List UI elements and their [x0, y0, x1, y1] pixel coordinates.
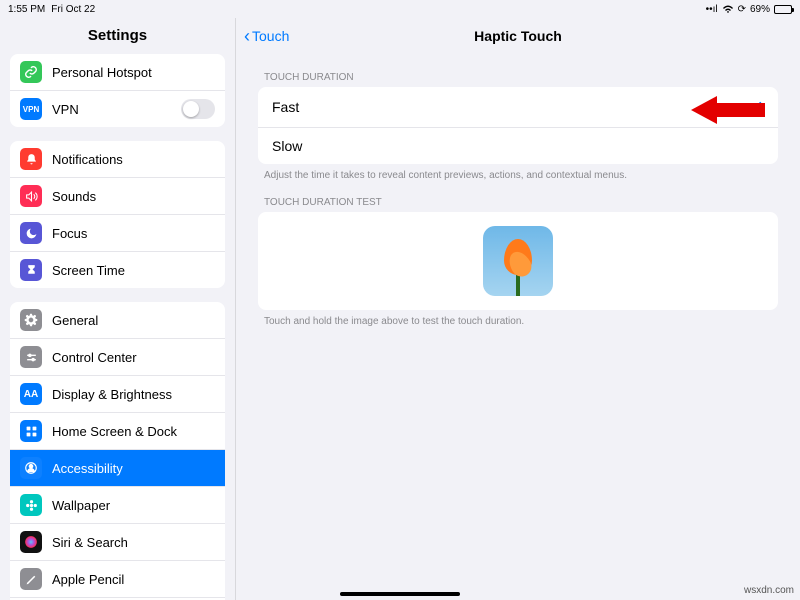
vpn-toggle[interactable]	[181, 99, 215, 119]
moon-icon	[20, 222, 42, 244]
battery-icon	[774, 5, 792, 14]
sidebar-item-label: Screen Time	[52, 263, 215, 278]
sidebar-item-label: Notifications	[52, 152, 215, 167]
duration-option-slow[interactable]: Slow	[258, 128, 778, 164]
battery-pct: 69%	[750, 4, 770, 15]
pencil-icon	[20, 568, 42, 590]
watermark: wsxdn.com	[744, 585, 794, 596]
gear-icon	[20, 309, 42, 331]
speaker-icon	[20, 185, 42, 207]
signal-icon: ••ıl	[706, 4, 718, 15]
sidebar-title: Settings	[0, 18, 235, 54]
sidebar-item-label: Accessibility	[52, 461, 215, 476]
siri-icon	[20, 531, 42, 553]
section-touch-duration-label: TOUCH DURATION	[236, 72, 800, 87]
sidebar-item-screen-time[interactable]: Screen Time	[10, 252, 225, 288]
sidebar-item-control-center[interactable]: Control Center	[10, 339, 225, 376]
settings-sidebar: Settings Personal Hotspot VPN VPN Notificat…	[0, 18, 236, 600]
touch-test-footer: Touch and hold the image above to test t…	[236, 310, 800, 327]
sidebar-item-general[interactable]: General	[10, 302, 225, 339]
bell-icon	[20, 148, 42, 170]
vpn-icon: VPN	[20, 98, 42, 120]
orientation-lock-icon: ⟳	[738, 4, 746, 15]
AA-icon: AA	[20, 383, 42, 405]
touch-duration-footer: Adjust the time it takes to reveal conte…	[236, 164, 800, 181]
sidebar-item-label: Control Center	[52, 350, 215, 365]
home-indicator[interactable]	[340, 592, 460, 596]
wifi-icon	[722, 4, 734, 14]
status-time: 1:55 PM	[8, 4, 45, 15]
option-label: Slow	[272, 138, 302, 154]
touch-test-image[interactable]	[483, 226, 553, 296]
touch-test-card	[258, 212, 778, 310]
sidebar-item-display-brightness[interactable]: AA Display & Brightness	[10, 376, 225, 413]
sidebar-item-label: Focus	[52, 226, 215, 241]
sidebar-item-label: General	[52, 313, 215, 328]
sidebar-item-focus[interactable]: Focus	[10, 215, 225, 252]
status-bar: 1:55 PM Fri Oct 22 ••ıl ⟳ 69%	[0, 0, 800, 18]
status-date: Fri Oct 22	[51, 4, 95, 15]
sidebar-item-apple-pencil[interactable]: Apple Pencil	[10, 561, 225, 598]
sidebar-item-sounds[interactable]: Sounds	[10, 178, 225, 215]
touch-duration-options: Fast ✓ Slow	[258, 87, 778, 164]
sidebar-item-label: Sounds	[52, 189, 215, 204]
hourglass-icon	[20, 259, 42, 281]
flower-icon	[20, 494, 42, 516]
sidebar-item-label: Personal Hotspot	[52, 65, 215, 80]
sidebar-item-label: Wallpaper	[52, 498, 215, 513]
duration-option-fast[interactable]: Fast ✓	[258, 87, 778, 128]
detail-pane: ‹ Touch Haptic Touch TOUCH DURATION Fast…	[236, 18, 800, 600]
person-icon	[20, 457, 42, 479]
sidebar-item-home-screen-dock[interactable]: Home Screen & Dock	[10, 413, 225, 450]
sidebar-item-label: VPN	[52, 102, 181, 117]
grid-icon	[20, 420, 42, 442]
sidebar-item-label: Home Screen & Dock	[52, 424, 215, 439]
sliders-icon	[20, 346, 42, 368]
sidebar-item-label: Display & Brightness	[52, 387, 215, 402]
sidebar-item-accessibility[interactable]: Accessibility	[10, 450, 225, 487]
section-test-label: TOUCH DURATION TEST	[236, 197, 800, 212]
sidebar-item-vpn[interactable]: VPN VPN	[10, 91, 225, 127]
sidebar-item-personal-hotspot[interactable]: Personal Hotspot	[10, 54, 225, 91]
sidebar-item-siri-search[interactable]: Siri & Search	[10, 524, 225, 561]
sidebar-item-notifications[interactable]: Notifications	[10, 141, 225, 178]
option-label: Fast	[272, 99, 299, 115]
checkmark-icon: ✓	[751, 97, 764, 117]
sidebar-item-wallpaper[interactable]: Wallpaper	[10, 487, 225, 524]
sidebar-item-label: Apple Pencil	[52, 572, 215, 587]
link-icon	[20, 61, 42, 83]
sidebar-item-label: Siri & Search	[52, 535, 215, 550]
page-title: Haptic Touch	[236, 28, 800, 44]
